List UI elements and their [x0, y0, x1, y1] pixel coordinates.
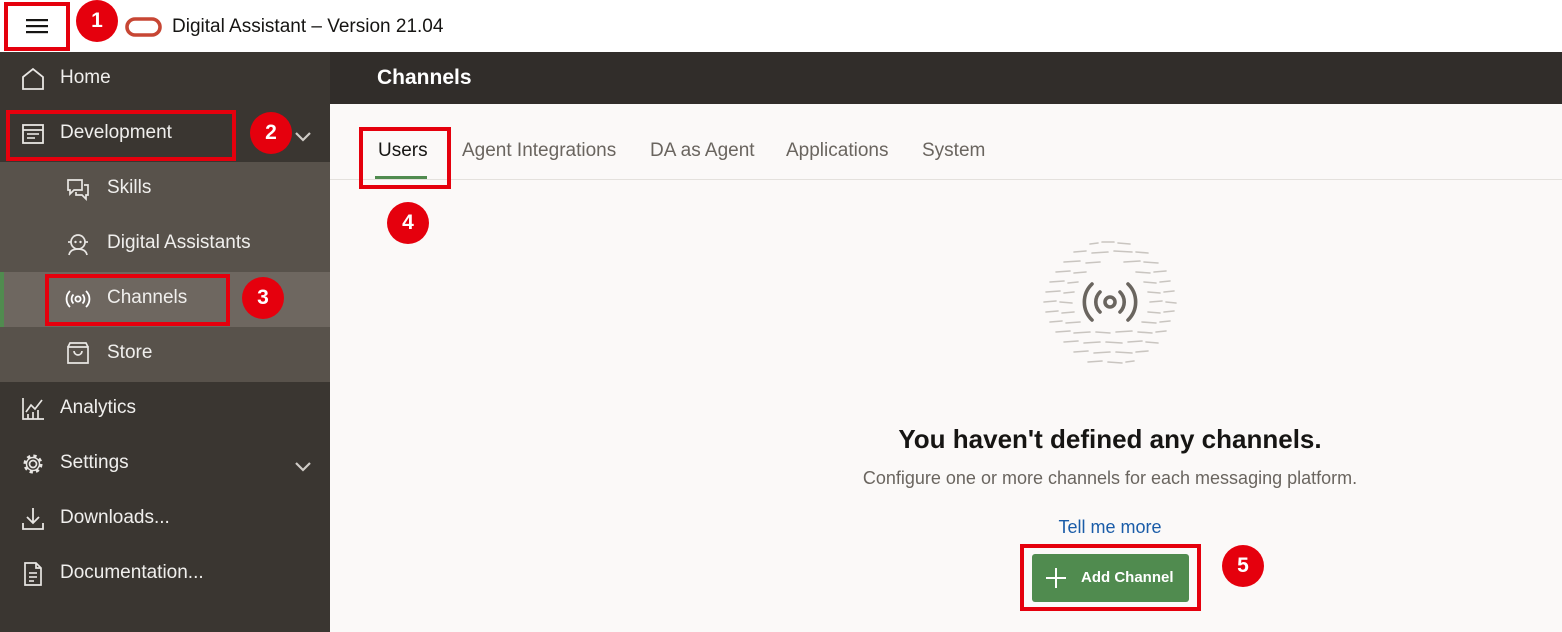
tab-bar: Users Agent Integrations DA as Agent App…	[330, 104, 1562, 180]
annotation-badge-4: 4	[387, 202, 429, 244]
sidebar-item-label: Settings	[60, 452, 129, 473]
annotation-box-1	[4, 2, 70, 51]
sidebar-item-documentation[interactable]: Documentation...	[0, 547, 330, 602]
sidebar-item-settings[interactable]: Settings	[0, 437, 330, 492]
sidebar-item-label: Downloads...	[60, 507, 170, 528]
sidebar-item-label: Home	[60, 67, 111, 88]
sidebar-item-label: Skills	[107, 177, 152, 198]
annotation-badge-3: 3	[242, 277, 284, 319]
download-icon	[22, 508, 44, 530]
sidebar-item-store[interactable]: Store	[0, 327, 330, 382]
digital-assistant-icon	[68, 234, 88, 256]
main-content: Users Agent Integrations DA as Agent App…	[330, 104, 1562, 632]
sidebar-item-label: Digital Assistants	[107, 232, 251, 253]
sidebar-item-home[interactable]: Home	[0, 52, 330, 107]
page-header: Channels	[330, 52, 1562, 104]
sidebar-item-label: Analytics	[60, 397, 137, 418]
top-bar: Digital Assistant – Version 21.04	[0, 0, 1562, 52]
store-icon	[67, 342, 89, 364]
annotation-badge-5: 5	[1222, 545, 1264, 587]
annotation-badge-2: 2	[250, 112, 292, 154]
empty-state-title: You haven't defined any channels.	[898, 424, 1322, 454]
tab-applications[interactable]: Applications	[786, 140, 888, 162]
development-submenu: Skills Digital Assistants Channels Store	[0, 162, 330, 382]
annotation-box-2	[6, 110, 236, 161]
tab-agent-integrations[interactable]: Agent Integrations	[462, 140, 616, 162]
analytics-icon	[22, 398, 44, 420]
tab-system[interactable]: System	[922, 140, 985, 162]
sidebar-item-downloads[interactable]: Downloads...	[0, 492, 330, 547]
annotation-box-3	[45, 274, 230, 326]
sidebar-item-label: Documentation...	[60, 562, 204, 583]
sidebar-item-label: Store	[107, 342, 153, 363]
tab-da-as-agent[interactable]: DA as Agent	[650, 140, 755, 162]
annotation-badge-1: 1	[76, 0, 118, 42]
annotation-box-4	[359, 127, 451, 189]
settings-icon	[23, 454, 43, 474]
annotation-box-5	[1020, 544, 1201, 611]
app-title: Digital Assistant – Version 21.04	[172, 16, 444, 37]
chevron-down-icon[interactable]	[292, 455, 314, 477]
chevron-down-icon[interactable]	[292, 125, 314, 147]
sidebar-item-skills[interactable]: Skills	[0, 162, 330, 217]
documentation-icon	[24, 562, 42, 586]
skills-icon	[67, 179, 89, 202]
channels-empty-state-illustration	[1043, 241, 1177, 364]
home-icon	[22, 67, 44, 90]
empty-state-description: Configure one or more channels for each …	[862, 468, 1358, 488]
sidebar-item-digital-assistants[interactable]: Digital Assistants	[0, 217, 330, 272]
oracle-logo	[125, 17, 162, 37]
page-title: Channels	[377, 66, 472, 89]
sidebar-item-analytics[interactable]: Analytics	[0, 382, 330, 437]
tell-me-more-link[interactable]: Tell me more	[660, 517, 1560, 538]
